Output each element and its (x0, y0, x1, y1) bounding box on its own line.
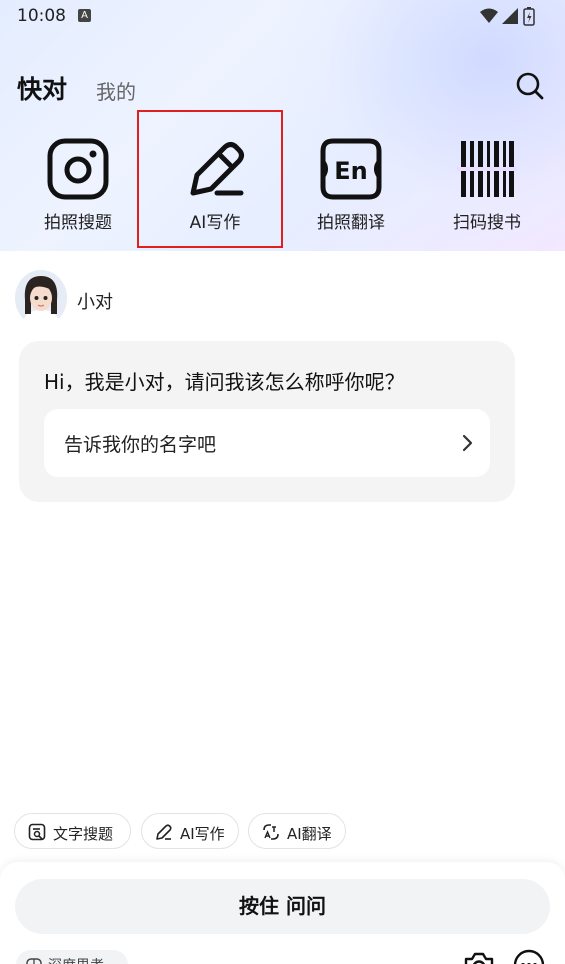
avatar[interactable] (15, 270, 67, 326)
signal-icon (502, 8, 518, 24)
camera-square-icon (47, 138, 109, 200)
chip-ai-writing[interactable]: AI写作 (141, 813, 239, 849)
deep-think-label: 深度思考 (48, 955, 104, 964)
pencil-icon (156, 824, 172, 840)
text-search-icon (28, 823, 46, 841)
chat-bubble: Hi，我是小对，请问我该怎么称呼你呢？ 告诉我你的名字吧 (19, 341, 515, 502)
tool-label: 拍照搜题 (44, 213, 112, 233)
camera-icon[interactable] (462, 950, 496, 964)
en-translate-icon: En (320, 138, 382, 200)
suggestion-card[interactable]: 告诉我你的名字吧 (44, 409, 490, 477)
girl-avatar-icon (15, 270, 67, 326)
battery-icon (523, 7, 535, 26)
suggestion-text: 告诉我你的名字吧 (64, 434, 217, 456)
brain-icon (26, 958, 42, 964)
tab-kuaidui[interactable]: 快对 (17, 70, 67, 106)
chip-text-search[interactable]: 文字搜题 (14, 813, 131, 849)
barcode-icon (457, 141, 517, 197)
search-icon (516, 72, 544, 100)
tool-photo-translate[interactable]: En 拍照翻译 (286, 135, 416, 235)
chip-label: AI翻译 (287, 825, 332, 843)
tool-photo-search[interactable]: 拍照搜题 (13, 135, 143, 235)
bot-message: Hi，我是小对，请问我该怎么称呼你呢？ (44, 370, 405, 394)
tool-scan-book[interactable]: 扫码搜书 (422, 135, 552, 235)
status-time: 10:08 (17, 6, 66, 26)
chip-ai-translate[interactable]: AI翻译 (248, 813, 346, 849)
search-button[interactable] (514, 70, 546, 102)
header: 快对 我的 (0, 60, 565, 110)
chip-label: 文字搜题 (53, 825, 114, 843)
chip-label: AI写作 (180, 825, 225, 843)
status-icons (479, 6, 549, 26)
chevron-right-icon (462, 434, 473, 452)
selection-highlight (137, 110, 283, 248)
svg-text:En: En (334, 157, 367, 185)
deep-think-toggle[interactable]: 深度思考 (16, 950, 128, 964)
notification-icon: A (78, 9, 91, 22)
tool-label: 拍照翻译 (317, 213, 385, 233)
wifi-icon (480, 8, 498, 23)
status-bar: 10:08 A (0, 0, 565, 32)
tool-label: 扫码搜书 (453, 213, 521, 233)
hold-to-ask-button[interactable]: 按住 问问 (15, 879, 550, 934)
more-icon[interactable] (512, 948, 546, 964)
bottom-input-bar: 按住 问问 深度思考 (0, 862, 565, 964)
bot-name: 小对 (77, 292, 113, 313)
translate-icon (263, 824, 279, 840)
tab-mine[interactable]: 我的 (96, 76, 136, 105)
